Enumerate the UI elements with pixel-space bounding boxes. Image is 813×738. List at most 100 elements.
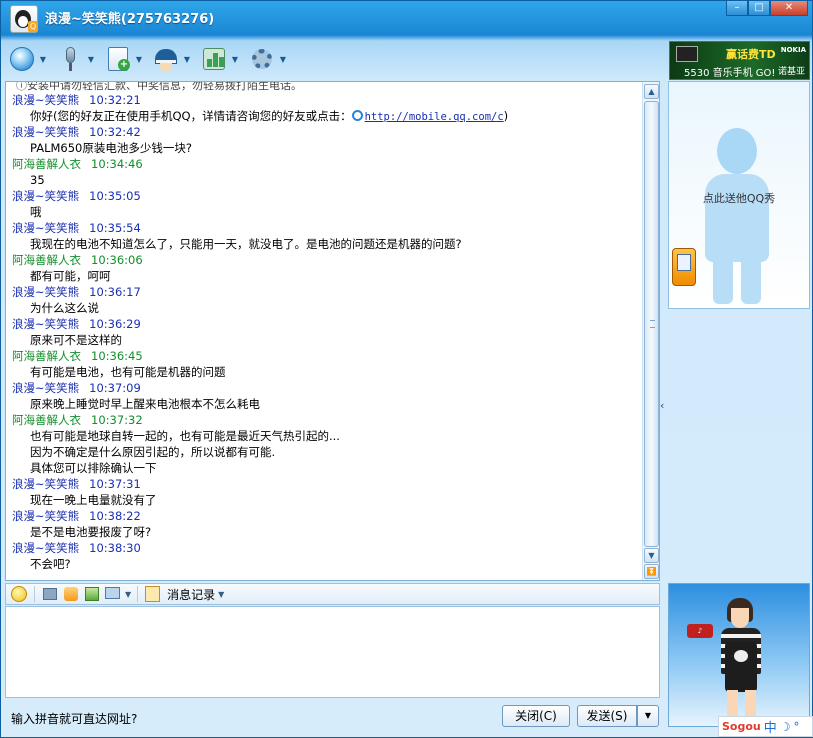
microphone-icon xyxy=(55,44,85,74)
message-time: 10:37:32 xyxy=(91,413,143,427)
history-scrollbar[interactable]: ▲ ▼ ⏬ xyxy=(642,82,659,580)
chevron-down-icon[interactable]: ▼ xyxy=(85,55,97,64)
message-header: 浪漫~笑笑熊 10:32:21 xyxy=(12,92,643,108)
message-time: 10:32:42 xyxy=(89,125,141,139)
sender-name[interactable]: 浪漫~笑笑熊 xyxy=(12,477,79,491)
message-header: 浪漫~笑笑熊 10:35:05 xyxy=(12,188,643,204)
ad-brand: NOKIA xyxy=(780,46,806,54)
message-text: 不会吧? xyxy=(30,557,71,571)
voice-chat-button[interactable]: ▼ xyxy=(55,43,97,75)
send-button[interactable]: 发送(S) xyxy=(577,705,637,727)
punctuation-icon[interactable]: ° xyxy=(794,720,800,734)
qq-show-panel[interactable]: 点此送他QQ秀 xyxy=(668,81,810,309)
minimize-button[interactable]: – xyxy=(726,1,748,16)
sender-name[interactable]: 浪漫~笑笑熊 xyxy=(12,541,79,555)
message-header: 阿海善解人衣 10:36:45 xyxy=(12,348,643,364)
message-time: 10:35:54 xyxy=(89,221,141,235)
avatar-sign: ♪ xyxy=(687,624,713,638)
sender-name[interactable]: 浪漫~笑笑熊 xyxy=(12,221,79,235)
scroll-bottom-icon[interactable]: ⏬ xyxy=(644,564,659,579)
chat-history[interactable]: ⓘ安装中请勿轻信汇款、中奖信息，勿轻易拨打陌生电话。 浪漫~笑笑熊 10:32:2… xyxy=(5,81,660,581)
sender-name[interactable]: 浪漫~笑笑熊 xyxy=(12,189,79,203)
collapse-panel-icon[interactable]: ‹ xyxy=(660,399,664,412)
scroll-down-arrow-icon[interactable]: ▼ xyxy=(644,548,659,563)
message-header: 浪漫~笑笑熊 10:38:30 xyxy=(12,540,643,556)
message-text: 35 xyxy=(30,173,45,187)
mobile-phone-icon[interactable] xyxy=(672,248,696,286)
input-toolbar: ▼ 消息记录 ▼ xyxy=(5,583,660,605)
sender-name[interactable]: 浪漫~笑笑熊 xyxy=(12,381,79,395)
close-button[interactable]: 关闭(C) xyxy=(502,705,570,727)
message-time: 10:36:17 xyxy=(89,285,141,299)
message-text: 原来可不是这样的 xyxy=(30,333,122,347)
send-options-chevron-icon[interactable]: ▼ xyxy=(637,705,659,727)
friend-info-button[interactable]: ▼ xyxy=(151,43,193,75)
mobile-qq-link[interactable]: http://mobile.qq.com/c xyxy=(365,111,504,123)
chevron-down-icon[interactable]: ▼ xyxy=(133,55,145,64)
message-text: 具体您可以排除确认一下 xyxy=(30,461,157,475)
send-image-icon[interactable] xyxy=(83,585,101,603)
message-header: 浪漫~笑笑熊 10:32:42 xyxy=(12,124,643,140)
emoticon-icon[interactable] xyxy=(10,585,28,603)
message-header: 浪漫~笑笑熊 10:38:22 xyxy=(12,508,643,524)
chevron-down-icon[interactable]: ▼ xyxy=(218,590,224,599)
message-time: 10:38:22 xyxy=(89,509,141,523)
chevron-down-icon[interactable]: ▼ xyxy=(181,55,193,64)
avatar-face xyxy=(731,608,749,628)
magic-emoticon-icon[interactable] xyxy=(62,585,80,603)
ime-mode-toggle[interactable]: 中 xyxy=(764,717,777,736)
video-sphere-icon xyxy=(7,44,37,74)
my-avatar-panel[interactable]: ♪ xyxy=(668,583,810,727)
title-bar[interactable]: Q 浪漫~笑笑熊(275763276) – □ ✕ xyxy=(1,1,813,39)
message-history-button[interactable]: 消息记录 xyxy=(167,586,215,603)
apps-button[interactable]: ▼ xyxy=(199,43,241,75)
sender-name[interactable]: 阿海善解人衣 xyxy=(12,349,81,363)
font-icon[interactable] xyxy=(41,585,59,603)
message-time: 10:37:31 xyxy=(89,477,141,491)
message-time: 10:36:29 xyxy=(89,317,141,331)
chevron-down-icon[interactable]: ▼ xyxy=(125,590,131,599)
sender-name[interactable]: 阿海善解人衣 xyxy=(12,413,81,427)
ime-toolbar[interactable]: Sogou 中 ☽ ° xyxy=(718,716,813,737)
message-header: 浪漫~笑笑熊 10:37:09 xyxy=(12,380,643,396)
chevron-down-icon[interactable]: ▼ xyxy=(229,55,241,64)
video-chat-button[interactable]: ▼ xyxy=(7,43,49,75)
settings-button[interactable]: ▼ xyxy=(247,43,289,75)
chevron-down-icon[interactable]: ▼ xyxy=(277,55,289,64)
qq-penguin-icon[interactable]: Q xyxy=(10,5,38,33)
chevron-down-icon[interactable]: ▼ xyxy=(37,55,49,64)
sender-name[interactable]: 浪漫~笑笑熊 xyxy=(12,125,79,139)
message-header: 浪漫~笑笑熊 10:37:31 xyxy=(12,476,643,492)
message-time: 10:37:09 xyxy=(89,381,141,395)
send-qq-show-link[interactable]: 点此送他QQ秀 xyxy=(669,190,809,206)
close-window-button[interactable]: ✕ xyxy=(770,1,808,16)
scroll-up-arrow-icon[interactable]: ▲ xyxy=(644,84,659,99)
maximize-button[interactable]: □ xyxy=(748,1,770,16)
message-text: 你好(您的好友正在使用手机QQ，详情请咨询您的好友或点击： http://mobi… xyxy=(30,108,643,124)
sogou-logo[interactable]: Sogou xyxy=(722,720,761,733)
moon-icon[interactable]: ☽ xyxy=(780,720,791,734)
send-file-button[interactable]: + ▼ xyxy=(103,43,145,75)
message-time: 10:35:05 xyxy=(89,189,141,203)
ad-banner[interactable]: 赢话费TD NOKIA 5530 音乐手机 GO! 诺基亚 xyxy=(669,41,810,80)
message-text: 为什么这么说 xyxy=(30,301,99,315)
silhouette-body xyxy=(705,174,769,262)
message-input[interactable] xyxy=(5,606,660,698)
sender-name[interactable]: 浪漫~笑笑熊 xyxy=(12,317,79,331)
message-text: 也有可能是地球自转一起的，也有可能是最近天气热引起的... xyxy=(30,429,340,443)
scroll-thumb[interactable] xyxy=(644,101,659,547)
screenshot-icon[interactable] xyxy=(104,585,122,603)
message-header: 阿海善解人衣 10:36:06 xyxy=(12,252,643,268)
sender-name[interactable]: 浪漫~笑笑熊 xyxy=(12,285,79,299)
message-text: 是不是电池要报废了呀? xyxy=(30,525,152,539)
message-time: 10:36:06 xyxy=(91,253,143,267)
sender-name[interactable]: 浪漫~笑笑熊 xyxy=(12,509,79,523)
window-title: 浪漫~笑笑熊(275763276) xyxy=(45,12,215,27)
sender-name[interactable]: 阿海善解人衣 xyxy=(12,253,81,267)
message-history-icon[interactable] xyxy=(144,585,162,603)
message-time: 10:32:21 xyxy=(89,93,141,107)
sender-name[interactable]: 浪漫~笑笑熊 xyxy=(12,93,79,107)
input-hint: 输入拼音就可直达网址? xyxy=(11,712,138,726)
gear-icon xyxy=(247,44,277,74)
sender-name[interactable]: 阿海善解人衣 xyxy=(12,157,81,171)
